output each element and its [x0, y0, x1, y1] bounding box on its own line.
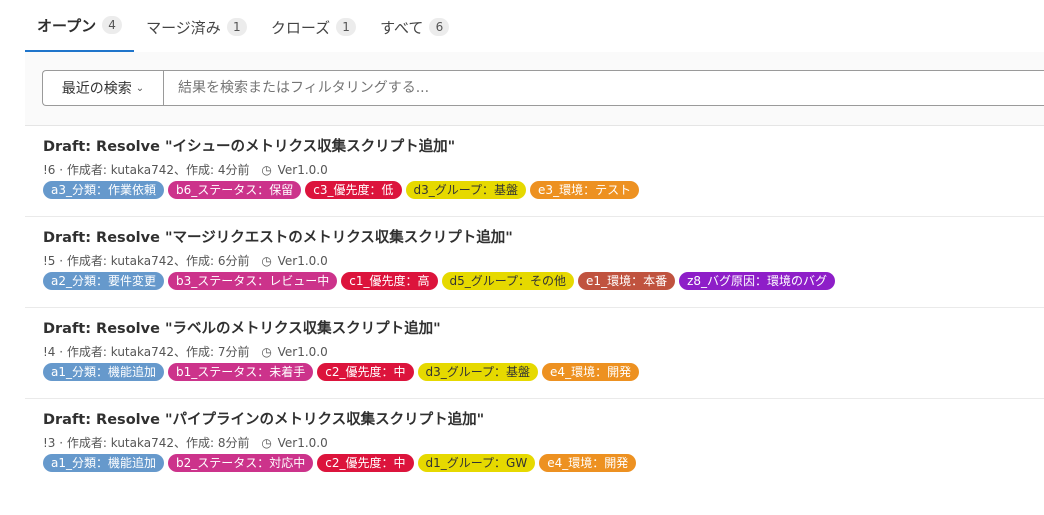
tab-label: すべて [380, 18, 424, 37]
tab-label: マージ済み [146, 18, 221, 37]
label-pill[interactable]: d5_グループ：その他 [441, 272, 575, 290]
merge-request-row: Draft: Resolve "パイプラインのメトリクス収集スクリプト追加" !… [25, 399, 1044, 490]
count-badge: 6 [429, 18, 450, 36]
merge-request-title[interactable]: Draft: Resolve "イシューのメトリクス収集スクリプト追加" [43, 136, 1044, 158]
tab-open[interactable]: オープン 4 [25, 0, 135, 52]
label-pill[interactable]: z8_バグ原因：環境のバグ [679, 272, 836, 290]
label-list: a1_分類：機能追加 b2_ステータス：対応中 c2_優先度：中 d1_グループ：GW… [43, 454, 1044, 474]
milestone-clock-icon: ◷ [261, 436, 272, 450]
label-pill[interactable]: b2_ステータス：対応中 [168, 454, 314, 472]
merge-request-meta: !6 · 作成者: kutaka742、作成: 4分前 ◷ Ver1.0.0 [43, 160, 1044, 180]
meta-text: !4 · 作成者: kutaka742、作成: 7分前 [43, 345, 250, 359]
milestone-clock-icon: ◷ [261, 163, 272, 177]
count-badge: 1 [336, 18, 357, 36]
label-pill[interactable]: c2_優先度：中 [317, 454, 414, 472]
label-pill[interactable]: e1_環境：本番 [578, 272, 676, 290]
meta-text: !5 · 作成者: kutaka742、作成: 6分前 [43, 254, 250, 268]
label-pill[interactable]: b1_ステータス：未着手 [168, 363, 314, 381]
milestone[interactable]: Ver1.0.0 [278, 163, 328, 177]
label-list: a3_分類：作業依頼 b6_ステータス：保留 c3_優先度：低 d3_グループ：基盤 e… [43, 181, 1044, 201]
filter-bar: 最近の検索 ⌄ [25, 52, 1044, 126]
tab-closed[interactable]: クローズ 1 [259, 2, 368, 52]
merge-request-meta: !5 · 作成者: kutaka742、作成: 6分前 ◷ Ver1.0.0 [43, 251, 1044, 271]
tab-all[interactable]: すべて 6 [368, 2, 461, 52]
label-pill[interactable]: a1_分類：機能追加 [43, 363, 164, 381]
label-pill[interactable]: e4_環境：開発 [542, 363, 640, 381]
meta-text: !6 · 作成者: kutaka742、作成: 4分前 [43, 163, 250, 177]
count-badge: 4 [102, 16, 123, 34]
merge-request-meta: !4 · 作成者: kutaka742、作成: 7分前 ◷ Ver1.0.0 [43, 342, 1044, 362]
label-list: a1_分類：機能追加 b1_ステータス：未着手 c2_優先度：中 d3_グループ：基盤… [43, 363, 1044, 383]
tab-label: クローズ [270, 18, 331, 37]
merge-request-title[interactable]: Draft: Resolve "パイプラインのメトリクス収集スクリプト追加" [43, 409, 1044, 431]
milestone[interactable]: Ver1.0.0 [278, 436, 328, 450]
label-pill[interactable]: c3_優先度：低 [305, 181, 402, 199]
label-pill[interactable]: d3_グループ：基盤 [405, 181, 527, 199]
milestone-clock-icon: ◷ [261, 254, 272, 268]
label-pill[interactable]: a1_分類：機能追加 [43, 454, 164, 472]
label-pill[interactable]: e4_環境：開発 [539, 454, 637, 472]
meta-text: !3 · 作成者: kutaka742、作成: 8分前 [43, 436, 250, 450]
merge-request-row: Draft: Resolve "マージリクエストのメトリクス収集スクリプト追加"… [25, 217, 1044, 308]
label-pill[interactable]: e3_環境：テスト [530, 181, 640, 199]
label-pill[interactable]: c1_優先度：高 [341, 272, 438, 290]
label-pill[interactable]: d3_グループ：基盤 [417, 363, 539, 381]
tab-merged[interactable]: マージ済み 1 [134, 2, 259, 52]
label-pill[interactable]: b6_ステータス：保留 [168, 181, 302, 199]
tab-label: オープン [37, 16, 97, 35]
merge-request-row: Draft: Resolve "イシューのメトリクス収集スクリプト追加" !6 … [25, 126, 1044, 217]
mr-state-tabs: オープン 4 マージ済み 1 クローズ 1 すべて 6 [25, 0, 1044, 53]
merge-request-title[interactable]: Draft: Resolve "マージリクエストのメトリクス収集スクリプト追加" [43, 227, 1044, 249]
label-pill[interactable]: a2_分類：要件変更 [43, 272, 164, 290]
label-pill[interactable]: c2_優先度：中 [317, 363, 414, 381]
merge-request-meta: !3 · 作成者: kutaka742、作成: 8分前 ◷ Ver1.0.0 [43, 433, 1044, 453]
merge-request-row: Draft: Resolve "ラベルのメトリクス収集スクリプト追加" !4 ·… [25, 308, 1044, 399]
recent-searches-label: 最近の検索 [61, 81, 132, 97]
label-pill[interactable]: a3_分類：作業依頼 [43, 181, 164, 199]
label-pill[interactable]: d1_グループ：GW [417, 454, 536, 472]
merge-request-title[interactable]: Draft: Resolve "ラベルのメトリクス収集スクリプト追加" [43, 318, 1044, 340]
milestone[interactable]: Ver1.0.0 [278, 254, 328, 268]
chevron-down-icon: ⌄ [135, 82, 145, 94]
milestone[interactable]: Ver1.0.0 [278, 345, 328, 359]
label-list: a2_分類：要件変更 b3_ステータス：レビュー中 c1_優先度：高 d5_グループ：… [43, 272, 1044, 292]
search-input[interactable] [163, 70, 1044, 106]
recent-searches-dropdown[interactable]: 最近の検索 ⌄ [42, 70, 163, 106]
label-pill[interactable]: b3_ステータス：レビュー中 [168, 272, 338, 290]
milestone-clock-icon: ◷ [261, 345, 272, 359]
merge-request-list: Draft: Resolve "イシューのメトリクス収集スクリプト追加" !6 … [25, 126, 1044, 490]
count-badge: 1 [226, 18, 247, 36]
